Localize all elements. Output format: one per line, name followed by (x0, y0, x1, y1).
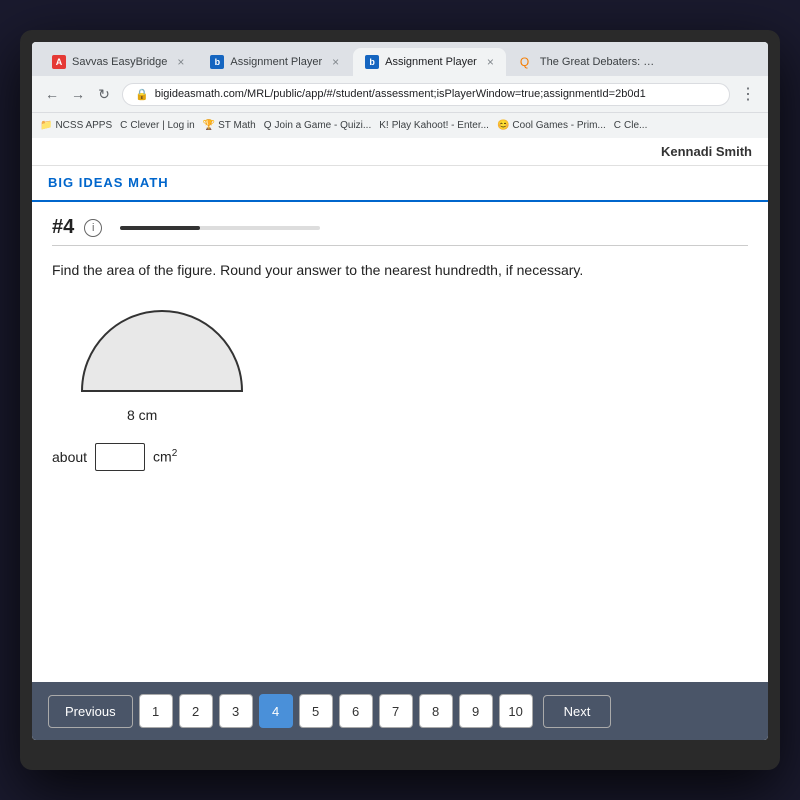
tab-label-assignment1: Assignment Player (230, 56, 322, 68)
answer-input[interactable] (95, 443, 145, 471)
address-text: bigideasmath.com/MRL/public/app/#/studen… (155, 88, 646, 100)
tab-icon-debaters: Q (520, 55, 534, 69)
page-btn-2[interactable]: 2 (179, 694, 213, 728)
question-number-row: #4 i (52, 216, 748, 239)
bookmark-coolgames[interactable]: 😊 Cool Games - Prim... (497, 120, 606, 131)
laptop-frame: A Savvas EasyBridge × b Assignment Playe… (20, 30, 780, 770)
tab-icon-assignment2: b (365, 55, 379, 69)
figure-area: 8 cm (52, 301, 748, 423)
previous-button[interactable]: Previous (48, 695, 133, 728)
tab-savvas[interactable]: A Savvas EasyBridge × (40, 48, 196, 76)
page-btn-4[interactable]: 4 (259, 694, 293, 728)
question-progress-bar (120, 226, 320, 230)
reload-button[interactable]: ↻ (92, 82, 116, 106)
bookmark-ncss[interactable]: 📁 NCSS APPS (40, 120, 112, 131)
question-number: #4 (52, 216, 74, 239)
question-text: Find the area of the figure. Round your … (52, 260, 748, 281)
next-button[interactable]: Next (543, 695, 612, 728)
browser-chrome: A Savvas EasyBridge × b Assignment Playe… (32, 42, 768, 138)
tab-close-assignment2[interactable]: × (487, 55, 494, 69)
page-btn-9[interactable]: 9 (459, 694, 493, 728)
page-btn-8[interactable]: 8 (419, 694, 453, 728)
nav-footer: Previous 1 2 3 4 5 6 7 8 9 10 Next (32, 682, 768, 740)
unit-label: cm2 (153, 448, 177, 465)
tab-icon-savvas: A (52, 55, 66, 69)
tab-label-debaters: The Great Debaters: Mo (540, 56, 656, 68)
address-bar[interactable]: 🔒 bigideasmath.com/MRL/public/app/#/stud… (122, 83, 730, 106)
dimension-label: 8 cm (127, 407, 157, 423)
page-content: Kennadi Smith BIG IDEAS MATH #4 i Find t… (32, 138, 768, 740)
divider (52, 245, 748, 246)
address-bar-row: ← → ↻ 🔒 bigideasmath.com/MRL/public/app/… (32, 76, 768, 112)
lock-icon: 🔒 (135, 88, 149, 101)
tab-bar: A Savvas EasyBridge × b Assignment Playe… (32, 42, 768, 76)
tab-debaters[interactable]: Q The Great Debaters: Mo (508, 48, 668, 76)
tab-close-savvas[interactable]: × (177, 55, 184, 69)
page-btn-6[interactable]: 6 (339, 694, 373, 728)
bookmark-kahoot[interactable]: K! Play Kahoot! - Enter... (379, 120, 489, 131)
site-title: BIG IDEAS MATH (48, 175, 169, 190)
page-btn-3[interactable]: 3 (219, 694, 253, 728)
semicircle-svg (72, 301, 252, 401)
tab-label-savvas: Savvas EasyBridge (72, 56, 167, 68)
screen: A Savvas EasyBridge × b Assignment Playe… (32, 42, 768, 740)
forward-button[interactable]: → (66, 82, 90, 106)
about-label: about (52, 449, 87, 465)
tab-close-assignment1[interactable]: × (332, 55, 339, 69)
tab-label-assignment2: Assignment Player (385, 56, 477, 68)
tab-assignment2[interactable]: b Assignment Player × (353, 48, 506, 76)
progress-fill (120, 226, 200, 230)
page-header: Kennadi Smith (32, 138, 768, 166)
extensions-button[interactable]: ⋮ (736, 82, 760, 106)
bookmarks-bar: 📁 NCSS APPS C Clever | Log in 🏆 ST Math … (32, 112, 768, 138)
site-header: BIG IDEAS MATH (32, 166, 768, 202)
page-btn-10[interactable]: 10 (499, 694, 533, 728)
nav-buttons: ← → ↻ (40, 82, 116, 106)
page-btn-7[interactable]: 7 (379, 694, 413, 728)
bookmark-clever[interactable]: C Clever | Log in (120, 120, 195, 131)
page-btn-5[interactable]: 5 (299, 694, 333, 728)
bookmark-stmath[interactable]: 🏆 ST Math (203, 120, 256, 131)
user-name: Kennadi Smith (661, 144, 752, 159)
tab-icon-assignment1: b (210, 55, 224, 69)
back-button[interactable]: ← (40, 82, 64, 106)
bookmark-quizi[interactable]: Q Join a Game - Quizi... (264, 120, 371, 131)
tab-assignment1[interactable]: b Assignment Player × (198, 48, 351, 76)
answer-row: about cm2 (52, 443, 748, 471)
semicircle-container: 8 cm (72, 301, 748, 423)
question-section: #4 i Find the area of the figure. Round … (32, 202, 768, 682)
unit-exponent: 2 (172, 448, 178, 459)
bookmark-cle[interactable]: C Cle... (614, 120, 648, 131)
page-btn-1[interactable]: 1 (139, 694, 173, 728)
info-icon[interactable]: i (84, 219, 102, 237)
